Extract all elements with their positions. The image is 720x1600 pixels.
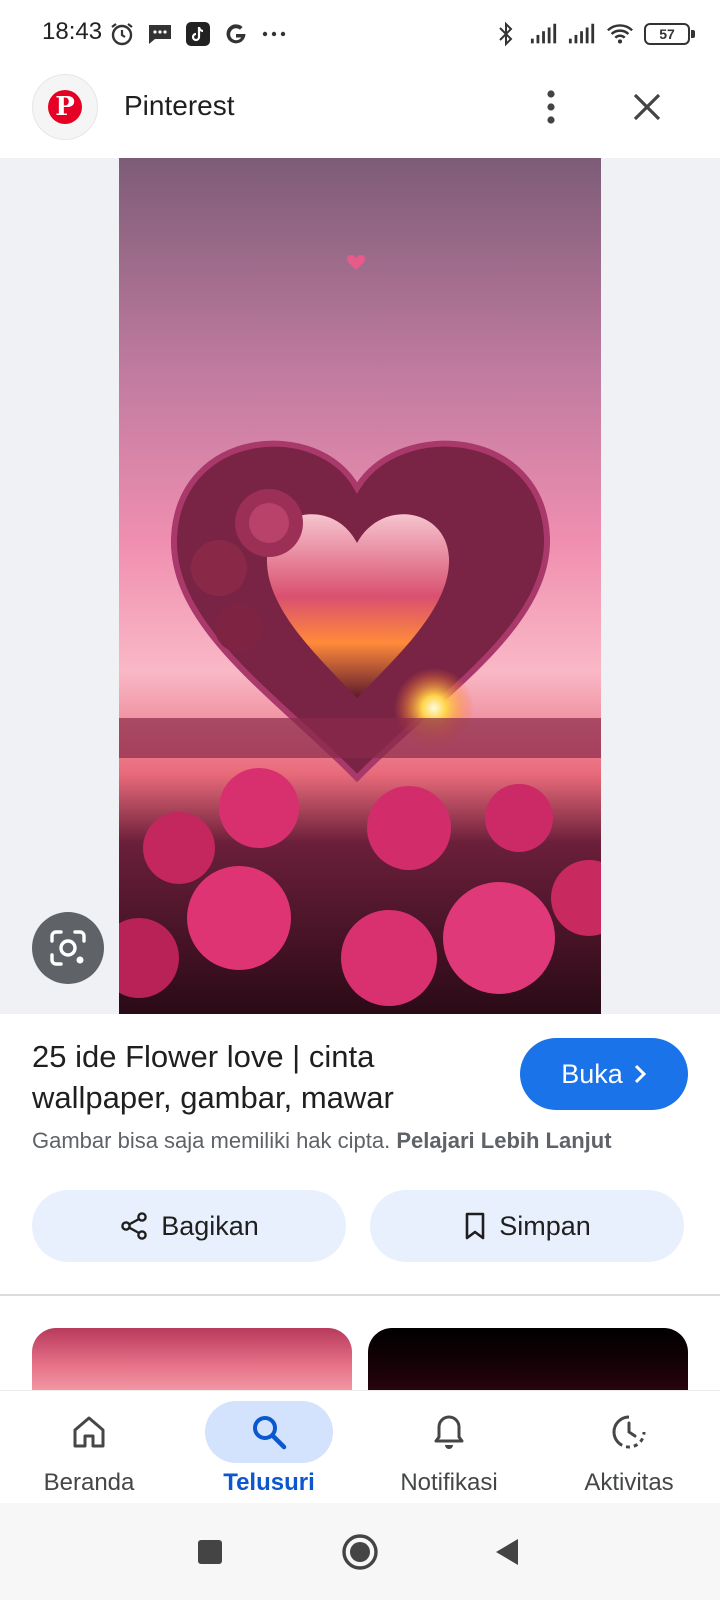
result-title[interactable]: 25 ide Flower love | cinta wallpaper, ga… <box>32 1036 492 1118</box>
pinterest-logo-icon: P <box>48 90 82 124</box>
status-time: 18:43 <box>42 18 103 45</box>
nav-label: Beranda <box>43 1469 135 1496</box>
system-status-icons: 57 <box>492 20 695 48</box>
bell-icon <box>434 1415 464 1449</box>
save-button[interactable]: Simpan <box>370 1190 684 1262</box>
close-icon <box>633 93 661 121</box>
home-button[interactable] <box>335 1527 385 1577</box>
back-triangle-icon <box>496 1539 518 1565</box>
open-button-label: Buka <box>561 1058 623 1089</box>
nav-item-notifikasi[interactable]: Notifikasi <box>369 1391 529 1503</box>
related-image-thumbnail[interactable] <box>368 1328 688 1392</box>
search-icon <box>253 1416 287 1450</box>
wifi-icon <box>606 20 634 48</box>
bottom-navigation: Beranda Telusuri Notifikasi Aktivitas <box>0 1391 720 1503</box>
share-icon <box>121 1212 148 1240</box>
main-image[interactable] <box>119 158 601 1014</box>
tiktok-icon <box>184 20 212 48</box>
circle-home-icon <box>342 1534 378 1570</box>
home-icon <box>73 1416 105 1448</box>
history-icon <box>612 1415 646 1449</box>
bluetooth-icon <box>492 20 520 48</box>
nav-item-telusuri[interactable]: Telusuri <box>189 1391 349 1503</box>
more-vert-icon <box>547 90 555 124</box>
signal-icon <box>568 20 596 48</box>
nav-icon-container <box>565 1401 693 1463</box>
open-button[interactable]: Buka <box>520 1038 688 1110</box>
nav-item-aktivitas[interactable]: Aktivitas <box>549 1391 709 1503</box>
heart-roses-image <box>119 158 601 1014</box>
nav-icon-container <box>25 1401 153 1463</box>
chevron-right-icon <box>634 1064 646 1084</box>
source-header: P Pinterest <box>0 70 720 158</box>
google-lens-icon <box>50 930 86 966</box>
status-bar: 18:43 57 <box>0 0 720 70</box>
source-title[interactable]: Pinterest <box>124 90 235 122</box>
learn-more-link[interactable]: Pelajari Lebih Lanjut <box>396 1128 611 1153</box>
system-navigation-bar <box>0 1503 720 1600</box>
message-icon <box>146 20 174 48</box>
back-button[interactable] <box>482 1527 532 1577</box>
save-button-label: Simpan <box>499 1210 591 1241</box>
divider <box>0 1294 720 1296</box>
close-button[interactable] <box>624 84 670 130</box>
share-button[interactable]: Bagikan <box>32 1190 346 1262</box>
copyright-notice: Gambar bisa saja memiliki hak cipta. Pel… <box>32 1128 612 1154</box>
notification-icons <box>108 20 288 48</box>
related-image-thumbnail[interactable] <box>32 1328 352 1392</box>
more-dots-icon <box>260 20 288 48</box>
recents-button[interactable] <box>185 1527 235 1577</box>
battery-icon: 57 <box>644 23 695 45</box>
nav-icon-container <box>385 1401 513 1463</box>
nav-label: Notifikasi <box>400 1469 498 1496</box>
share-button-label: Bagikan <box>161 1210 259 1241</box>
google-icon <box>222 20 250 48</box>
more-options-button[interactable] <box>528 84 574 130</box>
nav-label: Aktivitas <box>584 1469 674 1496</box>
signal-icon <box>530 20 558 48</box>
nav-icon-container <box>205 1401 333 1463</box>
copyright-text: Gambar bisa saja memiliki hak cipta. <box>32 1128 391 1153</box>
image-preview-area <box>0 158 720 1014</box>
square-icon <box>198 1540 222 1564</box>
nav-label: Telusuri <box>223 1469 315 1496</box>
source-avatar[interactable]: P <box>32 74 98 140</box>
bookmark-icon <box>465 1212 485 1240</box>
alarm-icon <box>108 20 136 48</box>
nav-item-beranda[interactable]: Beranda <box>9 1391 169 1503</box>
lens-search-button[interactable] <box>32 912 104 984</box>
